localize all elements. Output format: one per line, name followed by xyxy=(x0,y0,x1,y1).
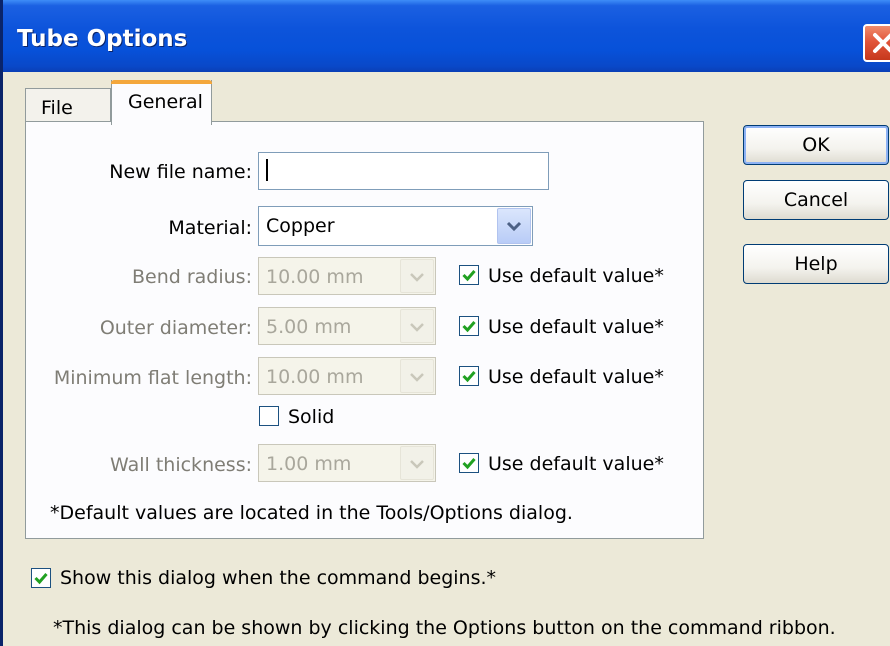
tab-file-label: File xyxy=(41,97,73,119)
tab-general-label: General xyxy=(128,91,203,113)
bend-radius-value: 10.00 mm xyxy=(266,266,364,288)
min-flat-length-default-label: Use default value* xyxy=(488,366,664,388)
options-button-note: *This dialog can be shown by clicking th… xyxy=(53,617,836,639)
min-flat-length-default-checkbox[interactable] xyxy=(459,366,479,386)
tab-general[interactable]: General xyxy=(111,80,212,125)
check-icon xyxy=(462,321,476,333)
chevron-down-icon xyxy=(410,323,424,332)
show-dialog-label: Show this dialog when the command begins… xyxy=(60,567,497,589)
material-select[interactable]: Copper xyxy=(258,206,533,246)
outer-diameter-value: 5.00 mm xyxy=(266,316,352,338)
material-label: Material: xyxy=(168,217,252,239)
bend-radius-label: Bend radius: xyxy=(131,266,252,288)
wall-thickness-default-label: Use default value* xyxy=(488,453,664,475)
chevron-down-icon xyxy=(410,373,424,382)
material-dropdown-button[interactable] xyxy=(497,208,531,244)
new-file-name-input[interactable] xyxy=(258,152,549,190)
check-icon xyxy=(462,371,476,383)
show-dialog-checkbox[interactable] xyxy=(31,568,51,588)
min-flat-length-value: 10.00 mm xyxy=(266,366,364,388)
check-icon xyxy=(462,270,476,282)
new-file-name-label: New file name: xyxy=(109,161,252,183)
default-values-footnote: *Default values are located in the Tools… xyxy=(50,502,573,524)
outer-diameter-dropdown-button[interactable] xyxy=(400,309,434,343)
help-button[interactable]: Help xyxy=(743,244,889,284)
close-icon xyxy=(873,33,890,53)
check-icon xyxy=(462,458,476,470)
bend-radius-dropdown-button[interactable] xyxy=(400,259,434,293)
check-icon xyxy=(34,573,48,585)
solid-checkbox[interactable] xyxy=(259,406,279,426)
min-flat-length-select[interactable]: 10.00 mm xyxy=(258,357,436,395)
cancel-button[interactable]: Cancel xyxy=(743,180,889,220)
text-caret xyxy=(266,159,268,181)
chevron-down-icon xyxy=(410,273,424,282)
ok-button[interactable]: OK xyxy=(743,125,889,165)
title-bar[interactable]: Tube Options xyxy=(3,0,890,72)
tube-options-dialog: Tube Options File General New file name:… xyxy=(0,0,890,646)
bend-radius-default-checkbox[interactable] xyxy=(459,265,479,285)
wall-thickness-default-checkbox[interactable] xyxy=(459,453,479,473)
material-value: Copper xyxy=(266,215,335,237)
solid-label: Solid xyxy=(288,406,335,428)
bend-radius-default-label: Use default value* xyxy=(488,265,664,287)
chevron-down-icon xyxy=(506,221,522,232)
outer-diameter-default-label: Use default value* xyxy=(488,316,664,338)
min-flat-length-label: Minimum flat length: xyxy=(53,367,252,389)
general-tab-panel: New file name: Material: Copper Bend rad… xyxy=(25,121,704,539)
tab-file[interactable]: File xyxy=(25,88,111,122)
wall-thickness-value: 1.00 mm xyxy=(266,453,352,475)
bend-radius-select[interactable]: 10.00 mm xyxy=(258,257,436,295)
close-button[interactable] xyxy=(863,24,890,62)
outer-diameter-default-checkbox[interactable] xyxy=(459,316,479,336)
outer-diameter-label: Outer diameter: xyxy=(99,317,252,339)
window-title: Tube Options xyxy=(17,26,188,52)
wall-thickness-dropdown-button[interactable] xyxy=(400,446,434,480)
min-flat-length-dropdown-button[interactable] xyxy=(400,359,434,393)
wall-thickness-label: Wall thickness: xyxy=(110,454,252,476)
chevron-down-icon xyxy=(410,460,424,469)
outer-diameter-select[interactable]: 5.00 mm xyxy=(258,307,436,345)
wall-thickness-select[interactable]: 1.00 mm xyxy=(258,444,436,482)
